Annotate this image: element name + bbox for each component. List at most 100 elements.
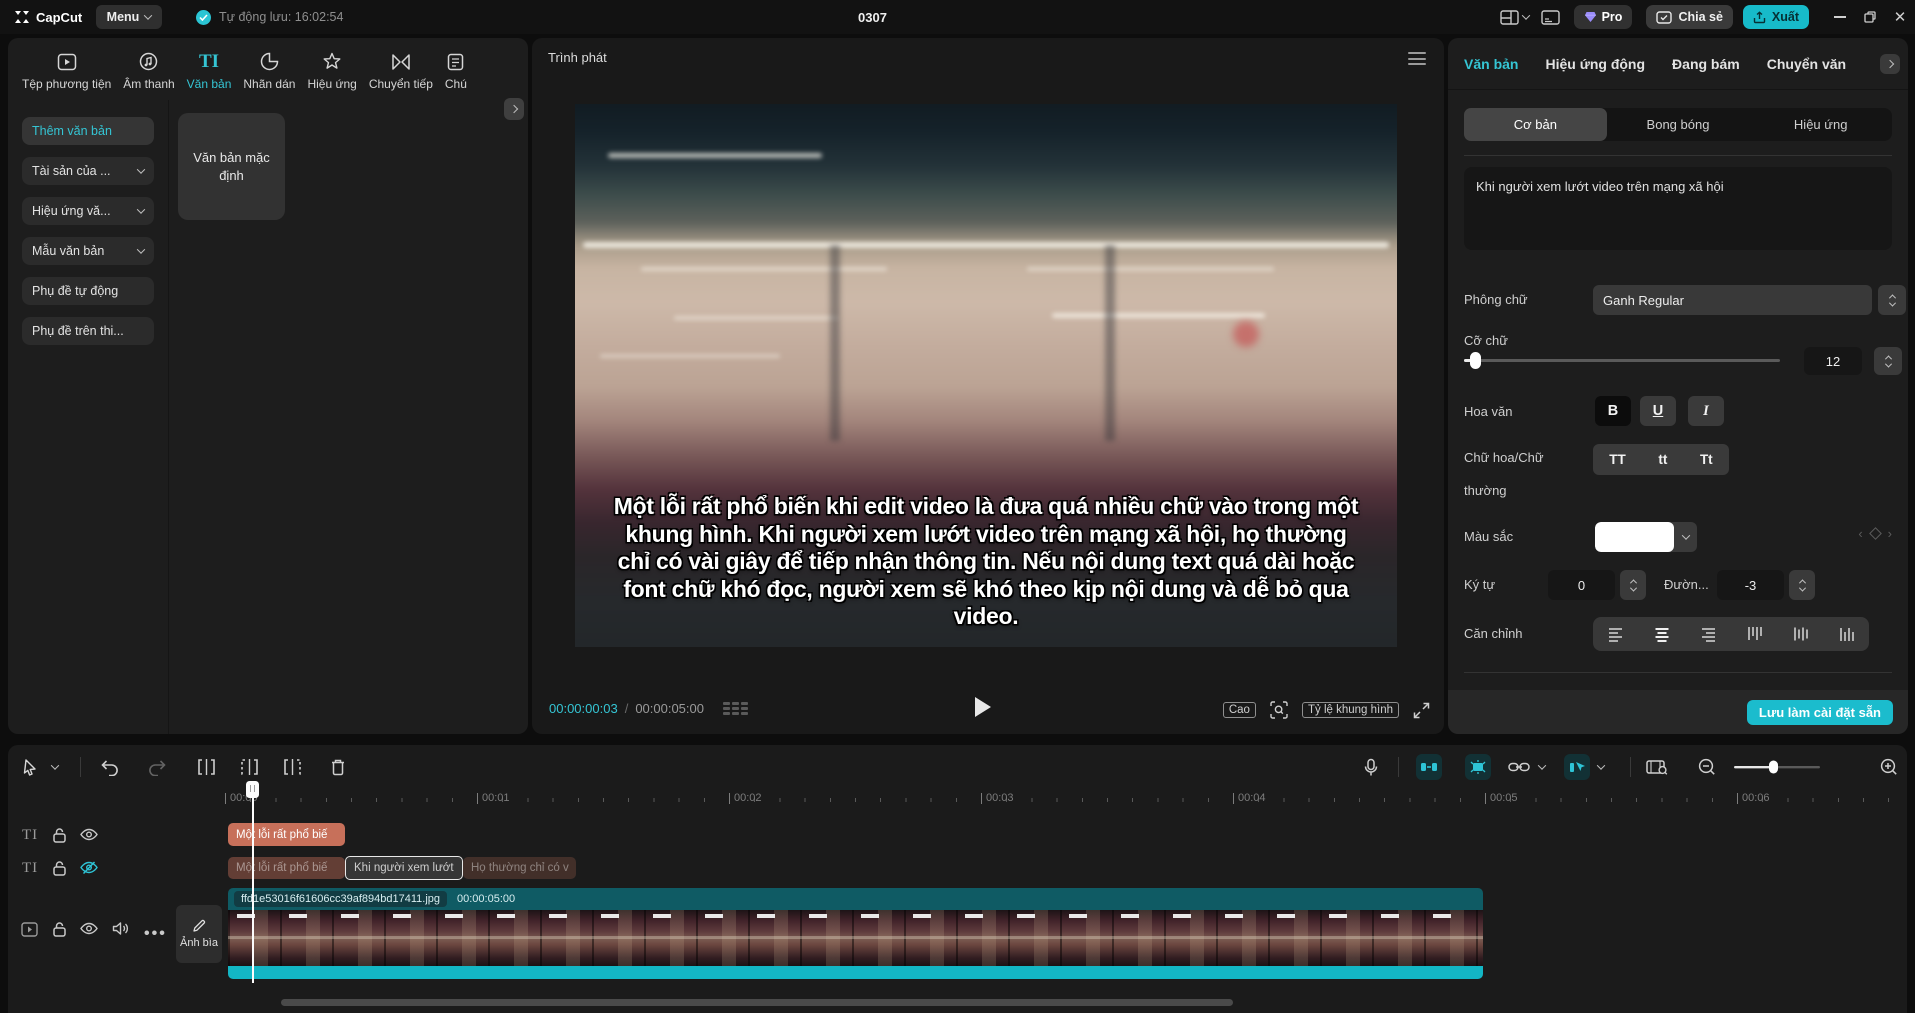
tab-captions[interactable]: Chú <box>439 52 473 91</box>
frame-grid-icon[interactable] <box>723 702 748 715</box>
lowercase-button[interactable]: tt <box>1658 452 1667 467</box>
menu-button[interactable]: Menu <box>96 5 162 29</box>
text-clip-track2-3[interactable]: Họ thường chỉ có v <box>463 857 576 879</box>
selection-follow-chevron[interactable] <box>1598 745 1604 789</box>
tab-tracking[interactable]: Đang bám <box>1672 56 1740 72</box>
category-auto-captions[interactable]: Phụ đề tự động <box>22 277 154 305</box>
tab-effects[interactable]: Hiệu ứng <box>301 52 362 91</box>
tab-text-settings[interactable]: Văn bản <box>1464 56 1518 72</box>
notes-panel-icon[interactable] <box>1541 10 1560 25</box>
text-clip-track1[interactable]: Một lỗi rất phổ biế <box>228 823 345 846</box>
eye-hidden-icon[interactable] <box>80 861 98 875</box>
lock-icon[interactable] <box>52 827 67 843</box>
italic-button[interactable]: I <box>1688 396 1724 426</box>
keyframe-next-icon[interactable]: › <box>1888 526 1892 541</box>
category-captions-on-screen[interactable]: Phụ đề trên thi... <box>22 317 154 345</box>
align-right-button[interactable] <box>1699 625 1717 643</box>
video-subtitle-text[interactable]: Một lỗi rất phổ biến khi edit video là đ… <box>608 493 1364 631</box>
tabs-overflow-arrow[interactable] <box>504 98 524 120</box>
letter-spacing-stepper[interactable] <box>1620 570 1646 600</box>
close-button[interactable]: ✕ <box>1885 0 1915 34</box>
text-clip-track2-2-selected[interactable]: Khi người xem lướt <box>345 856 463 880</box>
video-clip[interactable]: ffd1e53016f61606cc39af894bd17411.jpg 00:… <box>228 888 1483 979</box>
slider-handle[interactable] <box>1470 352 1481 369</box>
fullscreen-icon[interactable] <box>1413 702 1430 719</box>
tab-transitions[interactable]: Chuyển tiếp <box>363 52 439 91</box>
selection-follow-icon[interactable] <box>1564 745 1590 789</box>
stroke-stepper[interactable] <box>1789 570 1815 600</box>
align-vertical-top-button[interactable] <box>1745 625 1763 643</box>
color-picker[interactable] <box>1595 522 1697 552</box>
align-center-button[interactable] <box>1653 625 1671 643</box>
cover-edit-button[interactable]: Ảnh bìa <box>176 905 222 963</box>
category-my-assets[interactable]: Tài sản của ... <box>22 157 154 185</box>
tab-text-to-speech[interactable]: Chuyển văn <box>1767 56 1846 72</box>
export-button[interactable]: Xuất <box>1743 5 1809 29</box>
timeline-ruler[interactable]: 00:00 00:01 00:02 00:03 00:04 00:05 00:0… <box>8 790 1907 806</box>
record-voiceover-icon[interactable] <box>1364 745 1378 789</box>
default-text-card[interactable]: Văn bản mặc định <box>178 113 285 220</box>
font-stepper[interactable] <box>1878 285 1906 315</box>
preview-zoom-icon[interactable] <box>1270 701 1288 719</box>
undo-icon[interactable] <box>100 745 120 789</box>
subtab-effects[interactable]: Hiệu ứng <box>1749 108 1892 141</box>
mute-speaker-icon[interactable] <box>112 921 129 936</box>
aspect-ratio-button[interactable]: Tỷ lệ khung hình <box>1302 702 1399 718</box>
category-text-templates[interactable]: Mẫu văn bản <box>22 237 154 265</box>
lock-icon[interactable] <box>52 860 67 876</box>
letter-spacing-value[interactable]: 0 <box>1548 570 1615 600</box>
select-tool-chevron[interactable] <box>52 745 58 789</box>
keyframe-prev-icon[interactable]: ‹ <box>1858 526 1862 541</box>
quality-selector[interactable]: Cao <box>1223 702 1256 718</box>
link-icon[interactable] <box>1508 745 1530 789</box>
text-content-input[interactable]: Khi người xem lướt video trên mạng xã hộ… <box>1464 167 1892 250</box>
link-chevron[interactable] <box>1539 745 1545 789</box>
play-button[interactable] <box>975 697 991 717</box>
keyframe-diamond-icon[interactable] <box>1869 527 1882 540</box>
zoom-out-icon[interactable] <box>1698 745 1716 789</box>
split-keep-right-icon[interactable] <box>282 745 303 789</box>
tab-animation[interactable]: Hiệu ứng động <box>1545 56 1645 72</box>
align-left-button[interactable] <box>1607 625 1625 643</box>
category-add-text[interactable]: Thêm văn bản <box>22 117 154 145</box>
align-vertical-bottom-button[interactable] <box>1837 625 1855 643</box>
layout-chevron-icon[interactable] <box>1521 11 1529 19</box>
category-text-effects[interactable]: Hiệu ứng vă... <box>22 197 154 225</box>
restore-button[interactable] <box>1855 0 1885 34</box>
player-menu-icon[interactable] <box>1408 52 1426 65</box>
timeline-scrollbar[interactable] <box>281 999 1233 1006</box>
lock-icon[interactable] <box>52 921 67 937</box>
font-size-value[interactable]: 12 <box>1804 347 1862 375</box>
save-preset-button[interactable]: Lưu làm cài đặt sẵn <box>1747 700 1893 725</box>
uppercase-button[interactable]: TT <box>1609 452 1626 467</box>
stroke-value[interactable]: -3 <box>1717 570 1784 600</box>
share-button[interactable]: Chia sẻ <box>1646 5 1732 29</box>
font-size-slider[interactable] <box>1464 359 1780 362</box>
split-left-icon[interactable] <box>196 745 217 789</box>
delete-icon[interactable] <box>330 745 346 789</box>
zoom-in-icon[interactable] <box>1880 745 1898 789</box>
subtab-bubble[interactable]: Bong bóng <box>1607 108 1750 141</box>
track-more-icon[interactable]: ••• <box>144 925 167 943</box>
bold-button[interactable]: B <box>1595 396 1631 426</box>
font-dropdown[interactable]: Ganh Regular <box>1593 285 1872 315</box>
titlecase-button[interactable]: Tt <box>1700 452 1713 467</box>
text-clip-track2-1[interactable]: Một lỗi rất phổ biế <box>228 857 345 879</box>
tab-text[interactable]: TI Văn bản <box>181 52 238 91</box>
underline-button[interactable]: U <box>1640 396 1676 426</box>
playhead-line[interactable] <box>252 783 254 983</box>
redo-icon[interactable] <box>147 745 167 789</box>
minimize-button[interactable] <box>1825 0 1855 34</box>
tab-media[interactable]: Tệp phương tiện <box>16 52 117 91</box>
timeline-zoom-slider[interactable] <box>1734 745 1820 789</box>
inspector-tabs-arrow[interactable] <box>1880 54 1900 74</box>
tab-stickers[interactable]: Nhãn dán <box>237 52 301 91</box>
preview-axis-icon[interactable] <box>1465 745 1491 789</box>
eye-visible-icon[interactable] <box>80 828 98 841</box>
align-vertical-center-button[interactable] <box>1791 625 1809 643</box>
playhead-handle[interactable] <box>246 781 259 798</box>
color-dropdown[interactable] <box>1674 522 1697 552</box>
tab-audio[interactable]: Âm thanh <box>117 52 180 91</box>
eye-visible-icon[interactable] <box>80 922 98 935</box>
pro-badge[interactable]: Pro <box>1574 5 1633 29</box>
